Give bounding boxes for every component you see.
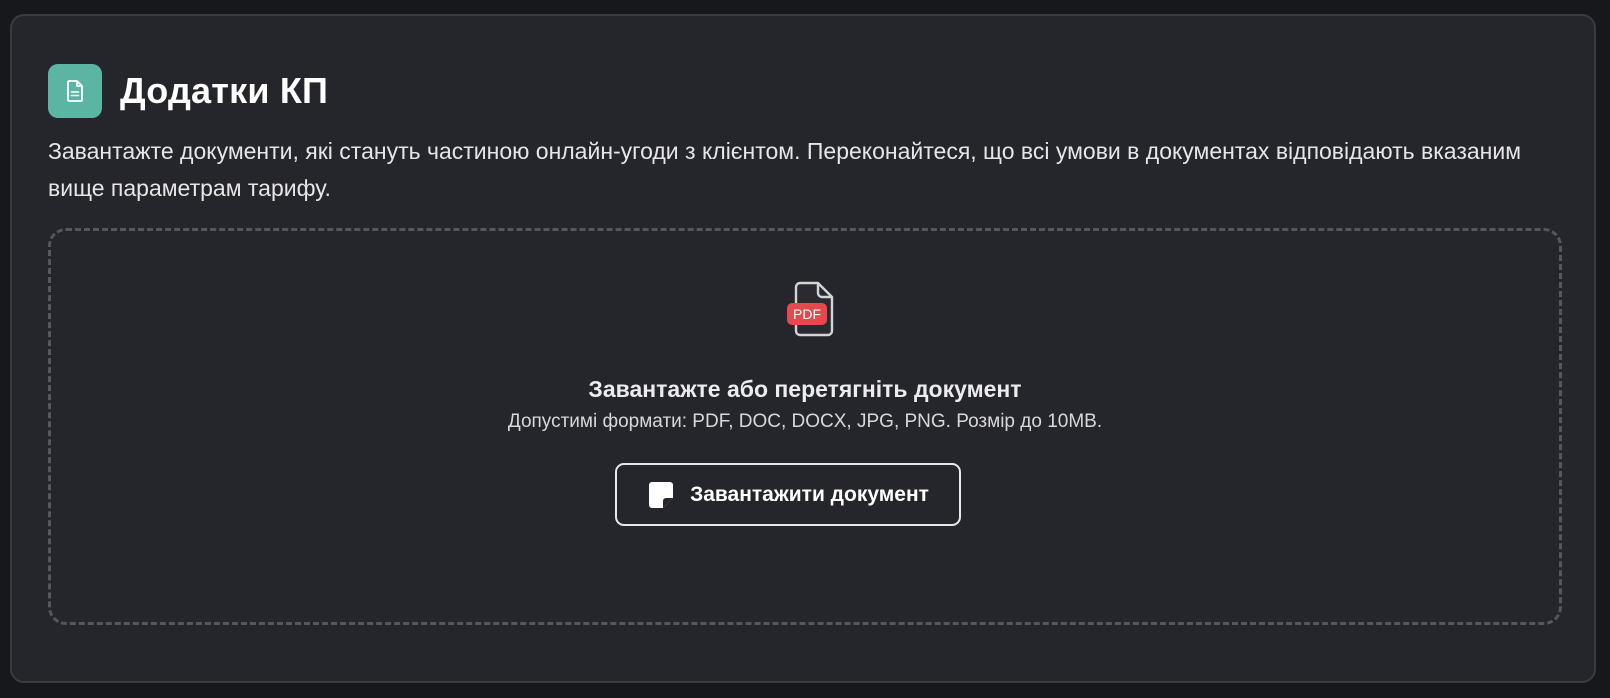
- file-dropzone[interactable]: PDF Завантажте або перетягніть документ …: [48, 228, 1562, 625]
- pdf-badge-label: PDF: [793, 306, 821, 322]
- attachments-card: Додатки КП Завантажте документи, які ста…: [10, 14, 1596, 683]
- section-header: Додатки КП: [48, 64, 328, 118]
- pdf-file-icon: PDF: [786, 281, 838, 337]
- dropzone-format-hint: Допустимі формати: PDF, DOC, DOCX, JPG, …: [507, 411, 1103, 432]
- upload-document-label: Завантажити документ: [690, 482, 929, 506]
- dropzone-title: Завантажте або перетягніть документ: [588, 376, 1022, 402]
- section-title: Додатки КП: [120, 70, 329, 111]
- upload-document-button[interactable]: Завантажити документ: [615, 463, 961, 526]
- section-description: Завантажте документи, які стануть частин…: [48, 138, 1522, 201]
- file-upload-icon: [647, 480, 675, 510]
- document-icon: [48, 64, 102, 118]
